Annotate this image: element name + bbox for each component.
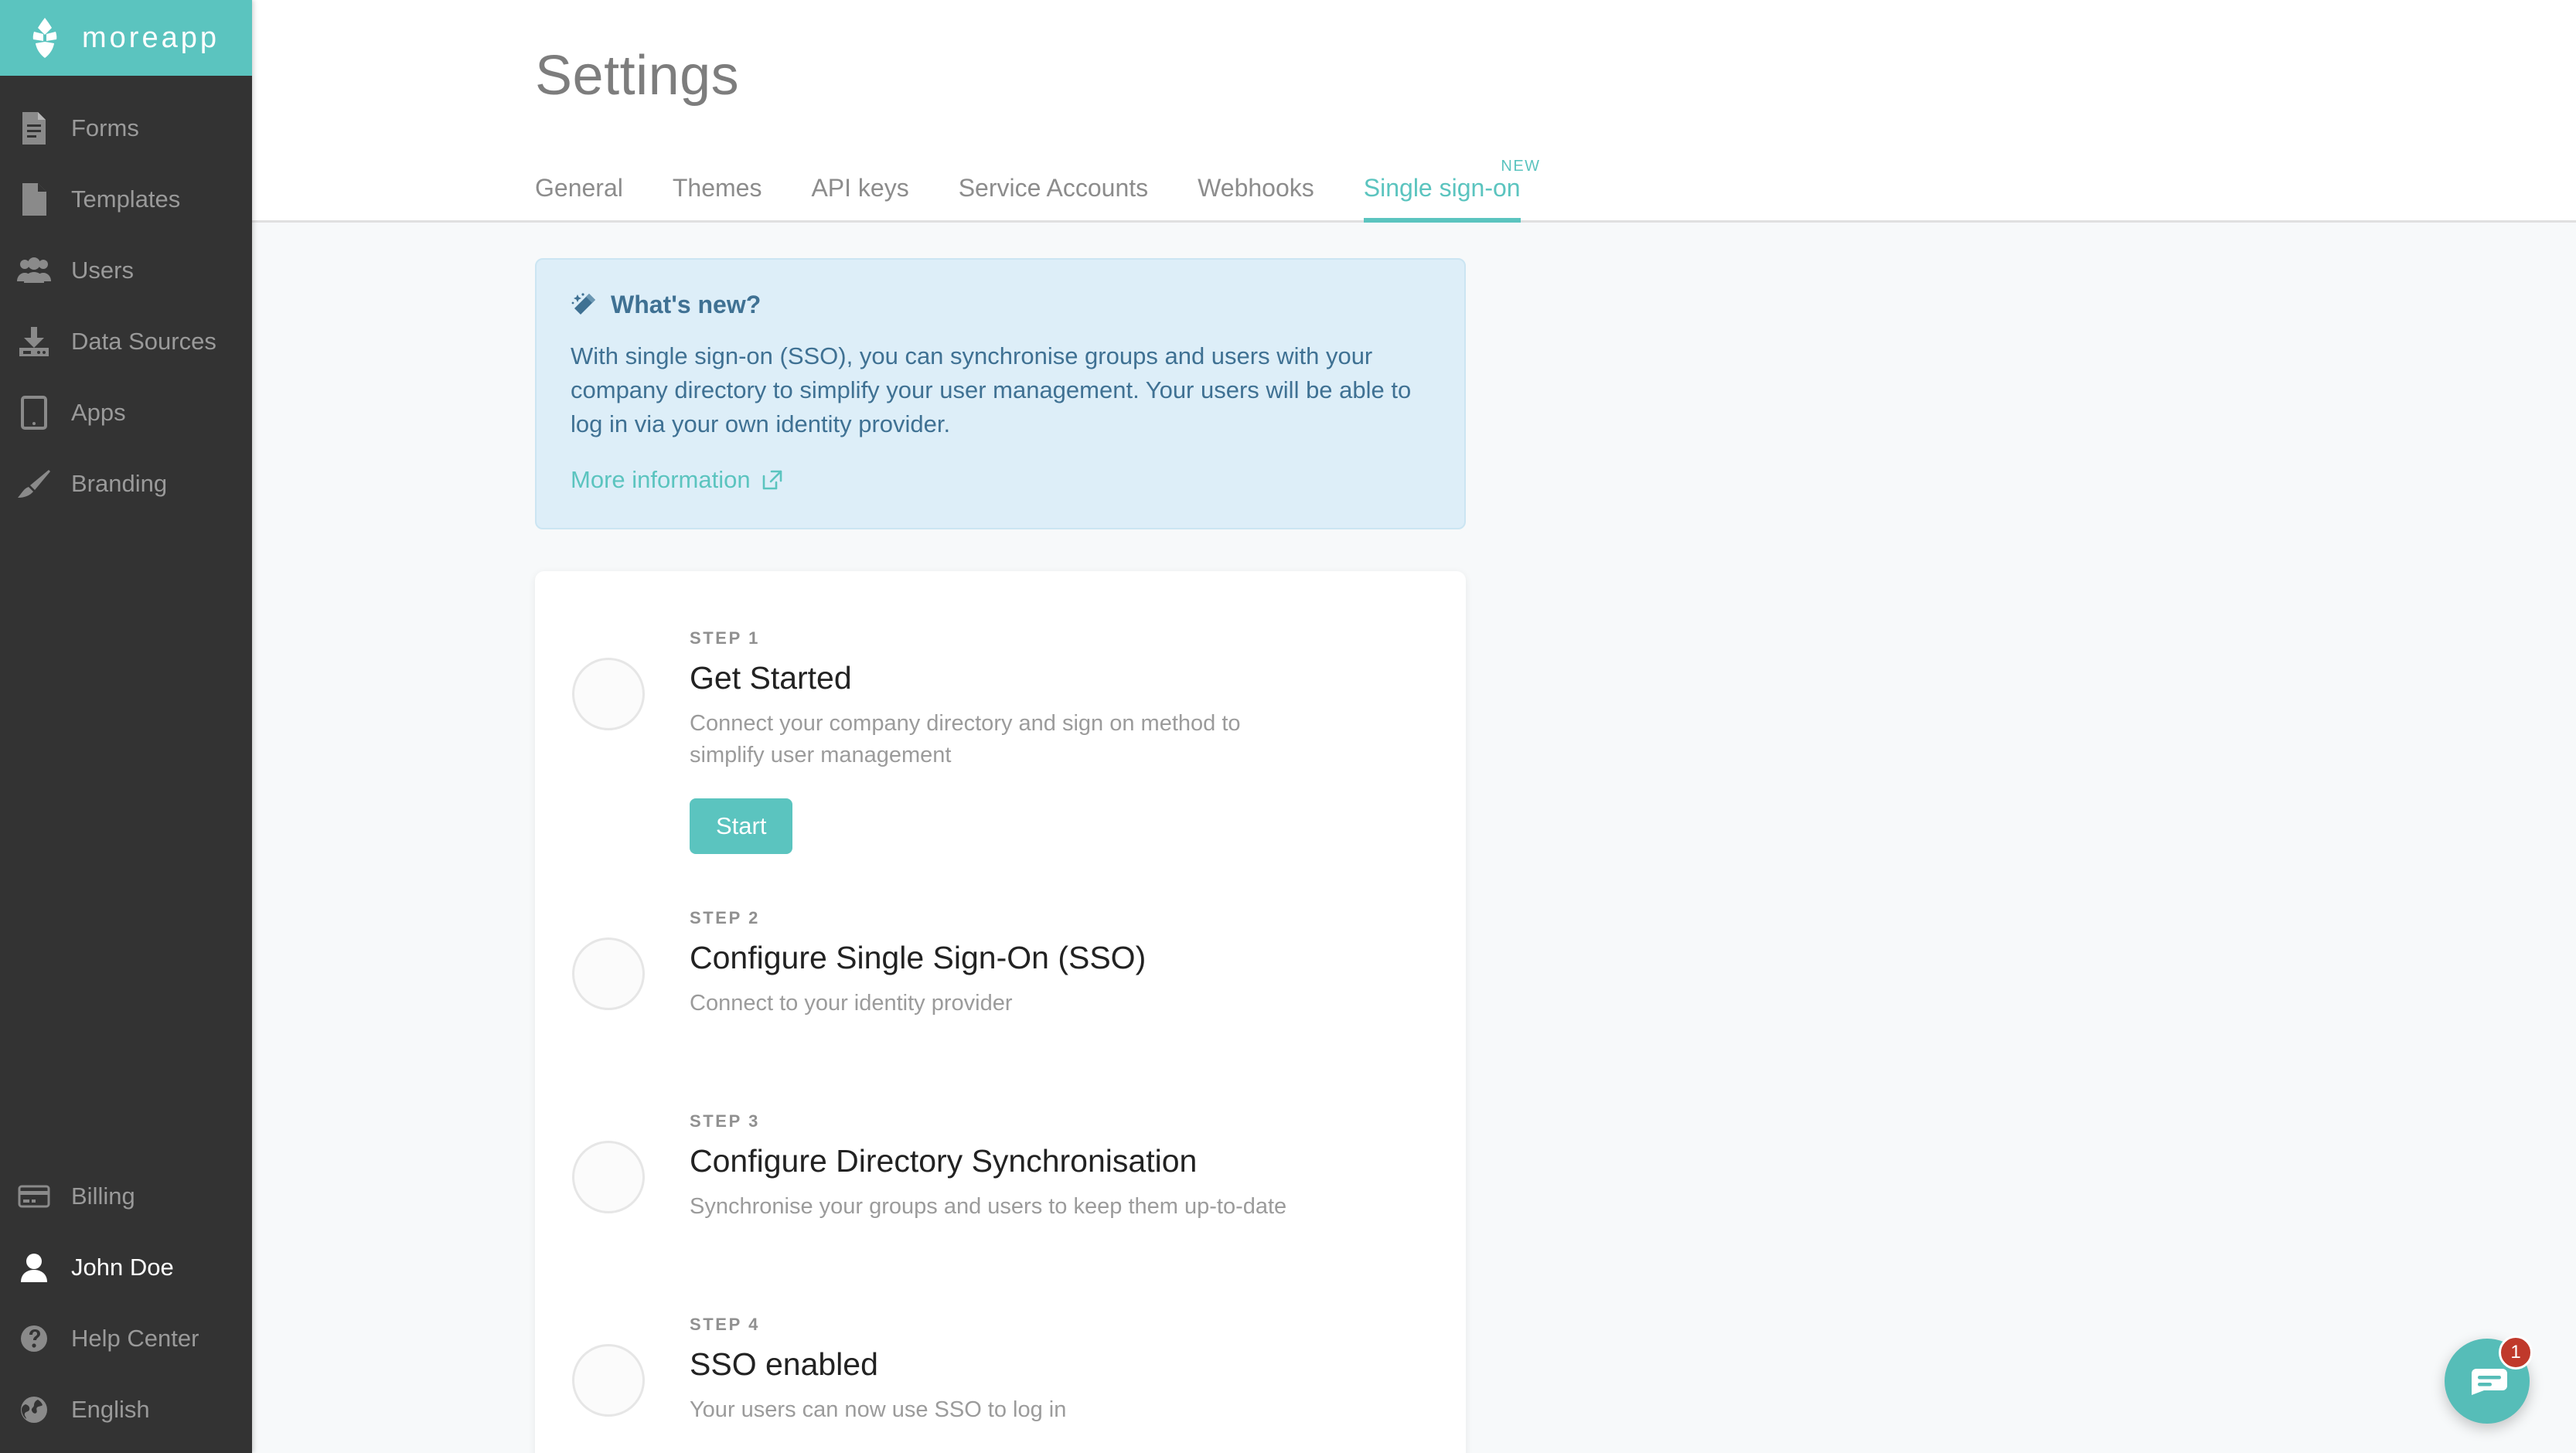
sidebar-item-label: Data Sources: [71, 328, 216, 355]
step-item-1: STEP 1 Get Started Connect your company …: [535, 621, 1466, 854]
step-body: STEP 2 Configure Single Sign-On (SSO) Co…: [690, 900, 1146, 1019]
sidebar-item-label: English: [71, 1396, 150, 1423]
step-title: Configure Single Sign-On (SSO): [690, 939, 1147, 975]
page-title: Settings: [535, 45, 740, 107]
tab-label: Webhooks: [1198, 174, 1314, 202]
tab-panel-single-sign-on: What's new? With single sign-on (SSO), y…: [252, 223, 2576, 1453]
sidebar-item-john-doe[interactable]: John Doe: [0, 1232, 252, 1303]
step-label: STEP 1: [690, 628, 761, 648]
tab-themes[interactable]: Themes: [648, 175, 787, 220]
step-title: Configure Directory Synchronisation: [690, 1142, 1198, 1179]
paintbrush-icon: [17, 467, 51, 501]
tab-single-sign-on[interactable]: Single sign-on NEW: [1339, 158, 1545, 223]
step-description: Connect to your identity provider: [690, 990, 1013, 1016]
sidebar-item-english[interactable]: English: [0, 1374, 252, 1445]
sidebar-item-label: Branding: [71, 470, 168, 497]
sidebar-item-label: Forms: [71, 114, 139, 141]
tab-label: Single sign-on: [1363, 174, 1521, 202]
magic-wand-icon: [571, 292, 597, 318]
step-label: STEP 3: [690, 1111, 761, 1131]
step-label: STEP 4: [690, 1314, 761, 1334]
step-body: STEP 3 Configure Directory Synchronisati…: [690, 1104, 1286, 1223]
banner-header: What's new?: [571, 291, 1430, 319]
more-information-link[interactable]: More information: [571, 466, 783, 494]
tab-service-accounts[interactable]: Service Accounts: [934, 175, 1173, 220]
sidebar-item-forms[interactable]: Forms: [0, 93, 252, 164]
step-body: STEP 4 SSO enabled Your users can now us…: [690, 1307, 1066, 1426]
sidebar-item-label: Users: [71, 257, 134, 284]
step-status-circle: [572, 1140, 645, 1213]
chat-widget-button[interactable]: 1: [2445, 1336, 2533, 1424]
tablet-icon: [17, 396, 51, 430]
user-icon: [17, 1251, 51, 1285]
brand-name: moreapp: [82, 21, 220, 54]
sidebar-item-label: Templates: [71, 185, 181, 213]
sidebar-item-branding[interactable]: Branding: [0, 448, 252, 519]
tab-webhooks[interactable]: Webhooks: [1173, 175, 1339, 220]
sidebar-item-users[interactable]: Users: [0, 235, 252, 306]
globe-icon: [17, 1393, 51, 1427]
settings-tabbar: General Themes API keys Service Accounts…: [252, 151, 2576, 223]
step-description: Connect your company directory and sign …: [690, 711, 1241, 768]
sidebar-item-help-center[interactable]: Help Center: [0, 1303, 252, 1374]
step-body: STEP 1 Get Started Connect your company …: [690, 621, 1300, 854]
step-item-3: STEP 3 Configure Directory Synchronisati…: [535, 1104, 1466, 1262]
sidebar: moreapp Forms Templates Users Data Sourc…: [0, 0, 252, 1453]
sidebar-item-apps[interactable]: Apps: [0, 377, 252, 448]
step-description: Synchronise your groups and users to kee…: [690, 1193, 1287, 1219]
page-header: Settings: [252, 0, 2576, 151]
more-information-label: More information: [571, 466, 751, 494]
download-tray-icon: [17, 325, 51, 359]
brand-logo-area[interactable]: moreapp: [0, 0, 252, 76]
banner-title: What's new?: [611, 291, 762, 318]
sidebar-item-data-sources[interactable]: Data Sources: [0, 306, 252, 377]
sidebar-item-label: Help Center: [71, 1325, 199, 1352]
banner-text: With single sign-on (SSO), you can synch…: [571, 342, 1412, 438]
tab-label: Themes: [672, 174, 762, 202]
leaf-icon: [28, 18, 62, 58]
tab-label: API keys: [811, 174, 909, 202]
users-group-icon: [17, 254, 51, 288]
main-content: Settings General Themes API keys Service…: [252, 0, 2576, 1453]
whats-new-banner: What's new? With single sign-on (SSO), y…: [535, 258, 1466, 530]
chat-unread-badge: 1: [2499, 1336, 2533, 1370]
step-item-2: STEP 2 Configure Single Sign-On (SSO) Co…: [535, 900, 1466, 1059]
sidebar-item-label: Billing: [71, 1182, 135, 1210]
sidebar-nav-primary: Forms Templates Users Data Sources Apps …: [0, 76, 252, 519]
credit-card-icon: [17, 1179, 51, 1213]
step-status-circle: [572, 658, 645, 731]
sidebar-nav-secondary: Billing John Doe Help Center English: [0, 1161, 252, 1453]
document-lines-icon: [17, 111, 51, 145]
new-badge: NEW: [1501, 158, 1541, 175]
step-description: Your users can now use SSO to log in: [690, 1397, 1067, 1422]
tab-label: General: [535, 174, 623, 202]
sidebar-item-label: John Doe: [71, 1254, 174, 1281]
tab-api-keys[interactable]: API keys: [786, 175, 933, 220]
step-label: STEP 2: [690, 907, 761, 927]
tab-label: Service Accounts: [958, 174, 1149, 202]
question-circle-icon: [17, 1322, 51, 1356]
step-status-circle: [572, 937, 645, 1010]
page-icon: [17, 182, 51, 216]
sso-steps-card: STEP 1 Get Started Connect your company …: [535, 571, 1466, 1453]
sidebar-item-label: Apps: [71, 399, 126, 426]
step-title: SSO enabled: [690, 1346, 878, 1382]
sidebar-item-billing[interactable]: Billing: [0, 1161, 252, 1232]
chat-bubble-icon: [2467, 1361, 2507, 1401]
tab-general[interactable]: General: [535, 175, 648, 220]
app-root: moreapp Forms Templates Users Data Sourc…: [0, 0, 2576, 1453]
step-title: Get Started: [690, 660, 852, 696]
step-item-4: STEP 4 SSO enabled Your users can now us…: [535, 1307, 1466, 1453]
sidebar-item-templates[interactable]: Templates: [0, 164, 252, 235]
step-status-circle: [572, 1343, 645, 1417]
start-button[interactable]: Start: [690, 798, 793, 854]
external-link-icon: [762, 469, 783, 491]
